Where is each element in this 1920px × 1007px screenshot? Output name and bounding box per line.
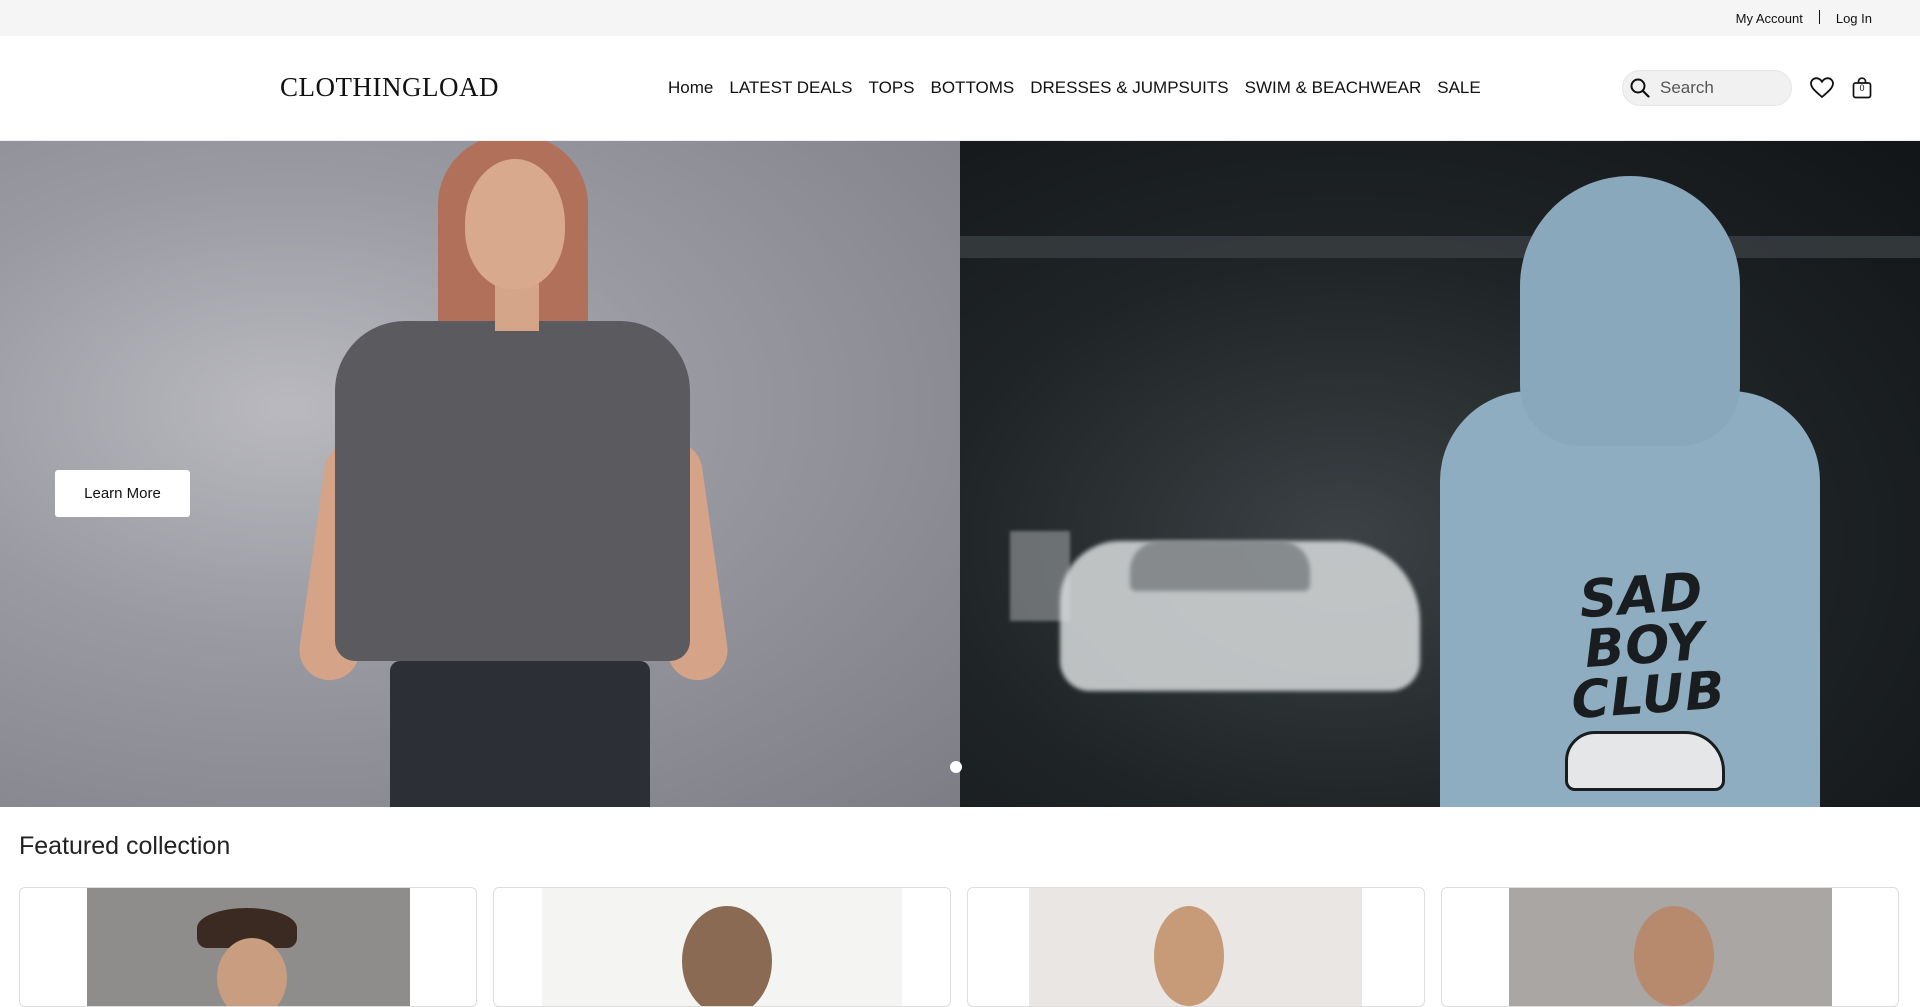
product-card[interactable] — [19, 887, 477, 1007]
model-jeans — [390, 661, 650, 807]
product-image[interactable] — [542, 888, 902, 1006]
cart-button[interactable]: 0 — [1852, 77, 1872, 99]
nav-swim-beachwear[interactable]: SWIM & BEACHWEAR — [1245, 78, 1422, 98]
model-face — [217, 938, 287, 1006]
search-box[interactable] — [1622, 70, 1792, 106]
cart-count-badge: 0 — [1859, 83, 1865, 93]
model-face — [465, 159, 565, 289]
hoodie-print: SAD BOY CLUB — [1569, 561, 1728, 732]
model-hair — [682, 906, 772, 1006]
log-in-link[interactable]: Log In — [1836, 11, 1872, 26]
product-card[interactable] — [967, 887, 1425, 1007]
nav-sale[interactable]: SALE — [1437, 78, 1480, 98]
product-card[interactable] — [493, 887, 951, 1007]
site-header: CLOTHINGLOAD Home LATEST DEALS TOPS BOTT… — [0, 36, 1920, 141]
hoodie-car-graphic — [1565, 731, 1725, 791]
hoodie-hood — [1520, 176, 1740, 446]
product-image[interactable] — [1029, 888, 1362, 1006]
model-face — [1154, 906, 1224, 1006]
hero-slideshow: SAD BOY CLUB — [0, 141, 1920, 807]
nav-tops[interactable]: TOPS — [869, 78, 915, 98]
wishlist-button[interactable] — [1810, 77, 1834, 99]
model-tshirt — [335, 321, 690, 661]
site-logo[interactable]: CLOTHINGLOAD — [280, 72, 499, 103]
utility-bar: My Account Log In — [0, 0, 1920, 36]
product-card[interactable] — [1441, 887, 1899, 1007]
model-face — [1634, 906, 1714, 1006]
featured-collection-title: Featured collection — [19, 832, 231, 860]
search-icon — [1630, 78, 1650, 98]
product-grid — [19, 887, 1901, 1007]
nav-bottoms[interactable]: BOTTOMS — [931, 78, 1015, 98]
heart-icon — [1810, 77, 1834, 99]
slide-indicator-dot[interactable] — [950, 761, 962, 773]
product-image[interactable] — [1509, 888, 1832, 1006]
parking-beam — [960, 236, 1920, 258]
utility-divider — [1818, 10, 1820, 24]
search-input[interactable] — [1660, 78, 1780, 98]
header-actions: 0 — [1622, 70, 1872, 106]
learn-more-button[interactable]: Learn More — [55, 470, 190, 517]
car-windshield — [1130, 541, 1310, 591]
main-nav: Home LATEST DEALS TOPS BOTTOMS DRESSES &… — [668, 78, 1497, 98]
my-account-link[interactable]: My Account — [1736, 11, 1803, 26]
nav-latest-deals[interactable]: LATEST DEALS — [729, 78, 852, 98]
nav-home[interactable]: Home — [668, 78, 713, 98]
nav-dresses-jumpsuits[interactable]: DRESSES & JUMPSUITS — [1030, 78, 1228, 98]
product-image[interactable] — [87, 888, 410, 1006]
